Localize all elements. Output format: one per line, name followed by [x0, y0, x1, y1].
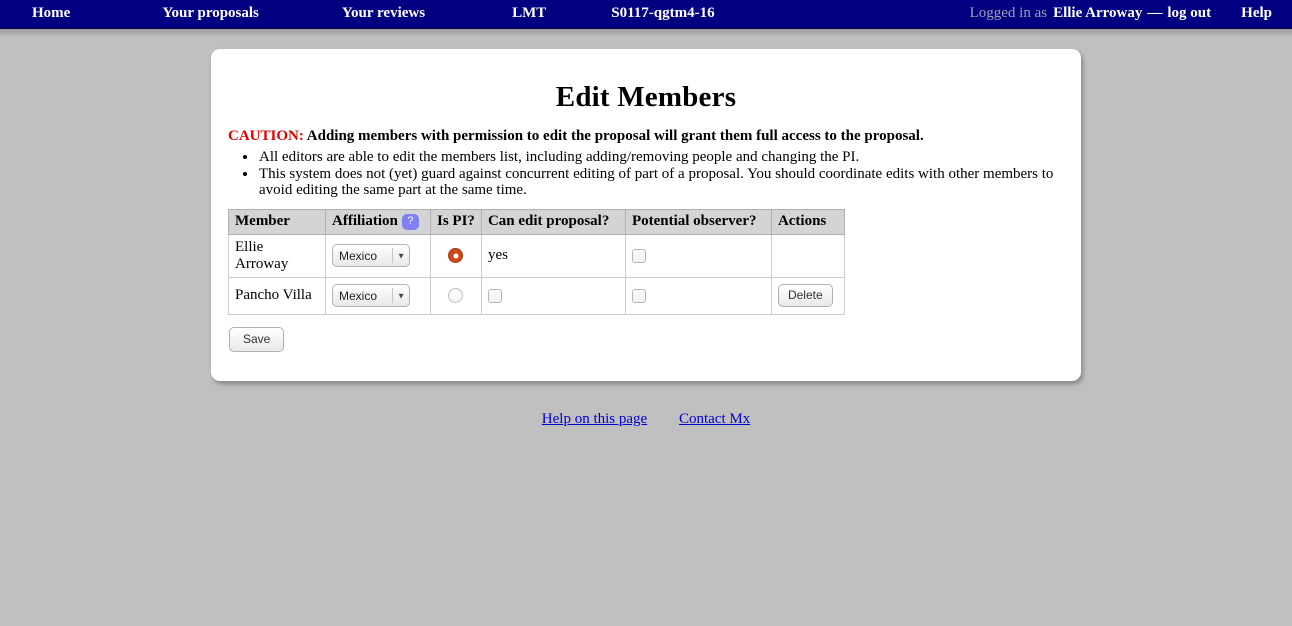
actions-cell: Delete [770, 276, 845, 315]
can-edit-cell [480, 276, 626, 315]
is-pi-radio[interactable] [448, 288, 464, 304]
actions-cell [770, 233, 845, 278]
page-footer: Help on this page Contact Mx [0, 411, 1292, 428]
potential-observer-cell [624, 276, 772, 315]
nav-home[interactable]: Home [22, 0, 80, 27]
list-item: This system does not (yet) guard against… [258, 166, 1065, 199]
members-table: Member Affiliation? Is PI? Can edit prop… [228, 208, 845, 315]
navbar-right-section: Logged in as Ellie Arroway — log out Hel… [970, 5, 1292, 22]
content-area: Edit Members CAUTION: Adding members wit… [0, 49, 1292, 381]
can-edit-value: yes [487, 247, 508, 263]
table-row: Ellie Arroway Mexico ▼ yes [228, 233, 845, 278]
log-out-link[interactable]: log out [1167, 5, 1211, 22]
page-title: Edit Members [555, 81, 737, 113]
col-potential-observer: Potential observer? [624, 208, 772, 235]
member-name-cell: Pancho Villa [228, 276, 326, 315]
can-edit-cell: yes [480, 233, 626, 278]
nav-lmt[interactable]: LMT [502, 0, 556, 27]
navbar-left-links: Home Your proposals Your reviews LMT S01… [0, 0, 725, 27]
nav-your-reviews[interactable]: Your reviews [332, 0, 435, 27]
is-pi-cell [430, 276, 482, 315]
affiliation-select-wrapper[interactable]: Mexico ▼ [332, 244, 410, 267]
contact-link[interactable]: Contact Mx [679, 411, 750, 427]
member-name-cell: Ellie Arroway [228, 233, 326, 278]
col-member: Member [228, 208, 326, 235]
potential-observer-checkbox[interactable] [631, 288, 646, 303]
help-on-this-page-link[interactable]: Help on this page [542, 411, 647, 427]
header-gradient-divider [0, 29, 1292, 37]
caution-text: Adding members with permission to edit t… [306, 128, 924, 144]
can-edit-checkbox[interactable] [487, 288, 502, 303]
is-pi-cell [430, 233, 482, 278]
affiliation-cell: Mexico ▼ [325, 233, 431, 278]
edit-members-card: Edit Members CAUTION: Adding members wit… [211, 49, 1081, 381]
members-table-head: Member Affiliation? Is PI? Can edit prop… [228, 208, 845, 235]
affiliation-help-icon[interactable]: ? [401, 213, 419, 230]
col-affiliation-label: Affiliation [332, 212, 398, 229]
table-row: Pancho Villa Mexico ▼ Delete [228, 276, 845, 315]
col-is-pi: Is PI? [430, 208, 482, 235]
is-pi-radio[interactable] [448, 248, 464, 264]
col-actions: Actions [770, 208, 845, 235]
affiliation-cell: Mexico ▼ [325, 276, 431, 315]
list-item: All editors are able to edit the members… [258, 149, 1065, 166]
logged-in-label: Logged in as [969, 5, 1048, 21]
caution-message: CAUTION: Adding members with permission … [227, 128, 1065, 145]
logged-in-username[interactable]: Ellie Arroway [1053, 5, 1142, 22]
col-can-edit: Can edit proposal? [480, 208, 626, 235]
table-header-row: Member Affiliation? Is PI? Can edit prop… [228, 208, 845, 235]
nav-separator-dash: — [1147, 5, 1163, 21]
col-affiliation: Affiliation? [325, 208, 431, 235]
notes-list: All editors are able to edit the members… [227, 149, 1065, 199]
nav-your-proposals[interactable]: Your proposals [152, 0, 269, 27]
potential-observer-cell [624, 233, 772, 278]
members-table-body: Ellie Arroway Mexico ▼ yes Pancho Villa … [228, 233, 845, 315]
delete-button[interactable]: Delete [777, 284, 833, 307]
potential-observer-checkbox[interactable] [631, 248, 646, 263]
caution-label: CAUTION: [228, 128, 304, 144]
nav-proposal-id[interactable]: S0117-qgtm4-16 [601, 0, 724, 27]
nav-help[interactable]: Help [1241, 5, 1272, 22]
save-button[interactable]: Save [229, 326, 285, 352]
affiliation-select-wrapper[interactable]: Mexico ▼ [332, 284, 410, 307]
top-navbar: Home Your proposals Your reviews LMT S01… [0, 0, 1292, 29]
affiliation-select[interactable]: Mexico [332, 244, 410, 267]
affiliation-select[interactable]: Mexico [332, 284, 410, 307]
